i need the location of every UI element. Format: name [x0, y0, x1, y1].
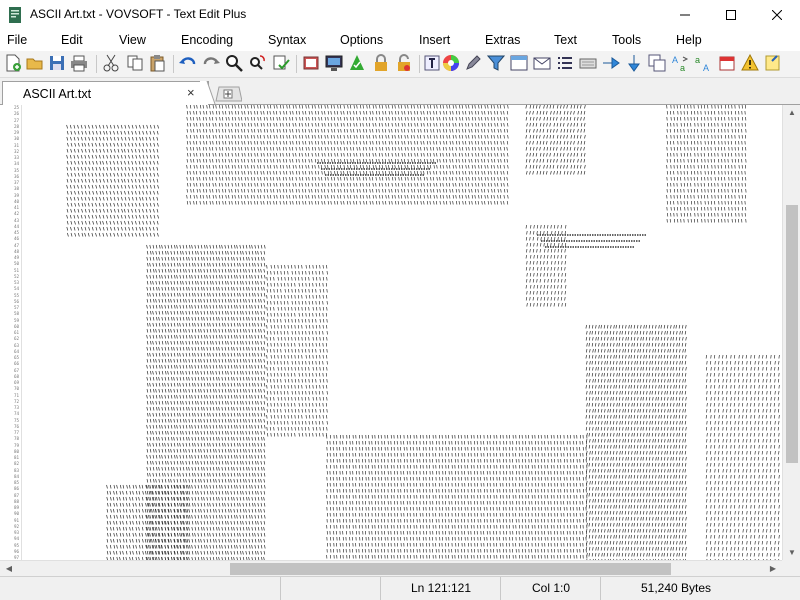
menu-help[interactable]: Help: [676, 33, 702, 47]
ascii-glyph-band: [146, 244, 266, 560]
toolbar-separator: [296, 55, 297, 73]
find-icon[interactable]: [225, 54, 243, 72]
print-icon[interactable]: [70, 54, 88, 72]
horizontal-scrollbar[interactable]: ◀ ▶: [0, 560, 782, 576]
scrollbar-corner: [782, 560, 800, 576]
note-icon[interactable]: [764, 54, 782, 72]
status-empty: [280, 577, 381, 600]
minimize-button[interactable]: [662, 0, 708, 30]
arrow-right-icon[interactable]: [602, 54, 620, 72]
checkmark-shield-icon[interactable]: [348, 54, 366, 72]
text-style-icon[interactable]: [423, 54, 441, 72]
toolbar-separator: [419, 55, 420, 73]
swap-icon[interactable]: Aa: [672, 54, 690, 72]
calendar-icon[interactable]: [718, 54, 736, 72]
menu-extras[interactable]: Extras: [485, 33, 520, 47]
svg-text:A: A: [703, 63, 709, 72]
menu-file[interactable]: File: [7, 33, 27, 47]
status-bar: Ln 121:121 Col 1:0 51,240 Bytes: [0, 576, 800, 600]
minimize-icon: [680, 14, 690, 16]
keyboard-icon[interactable]: [579, 54, 597, 72]
filter-icon[interactable]: [487, 54, 505, 72]
ascii-glyph-band: [326, 434, 588, 559]
tab-close-icon[interactable]: ×: [187, 85, 195, 100]
menu-insert[interactable]: Insert: [419, 33, 450, 47]
svg-text:A: A: [672, 55, 678, 65]
ascii-art-text[interactable]: [27, 105, 782, 560]
status-position: Ln 121:121: [380, 577, 501, 600]
ascii-glyph-band: [525, 105, 586, 175]
tab-strip: ASCII Art.txt ×: [0, 78, 800, 105]
title-bar: ASCII Art.txt - VOVSOFT - Text Edit Plus: [0, 0, 800, 31]
window-icon[interactable]: [510, 54, 528, 72]
ascii-glyph-band: [525, 224, 567, 307]
menu-encoding[interactable]: Encoding: [181, 33, 233, 47]
plus-icon: [215, 86, 243, 102]
menu-view[interactable]: View: [119, 33, 146, 47]
app-icon: [9, 7, 21, 23]
tab-label: ASCII Art.txt: [23, 87, 92, 101]
undo-icon[interactable]: [179, 54, 197, 72]
scroll-up-arrow-icon[interactable]: ▲: [783, 108, 800, 117]
scroll-right-arrow-icon[interactable]: ▶: [764, 564, 782, 573]
copy-icon[interactable]: [126, 54, 144, 72]
horizontal-scroll-thumb[interactable]: [230, 563, 671, 575]
toolbar-separator: [96, 55, 97, 73]
book-icon[interactable]: [302, 54, 320, 72]
convert-icon[interactable]: aA: [695, 54, 713, 72]
menu-tools[interactable]: Tools: [612, 33, 641, 47]
arrow-down-icon[interactable]: [625, 54, 643, 72]
ascii-glyph-band: [66, 124, 159, 237]
list-icon[interactable]: [556, 54, 574, 72]
menu-syntax[interactable]: Syntax: [268, 33, 306, 47]
new-tab-button[interactable]: [214, 86, 243, 102]
maximize-button[interactable]: [708, 0, 754, 30]
save-icon[interactable]: [48, 54, 66, 72]
scroll-left-arrow-icon[interactable]: ◀: [0, 564, 18, 573]
editor-area[interactable]: 25 26 27 28 29 30 31 32 33 34 35 36 37 38 39 40 41 42 43 44…: [0, 105, 782, 560]
pen-icon[interactable]: [464, 54, 482, 72]
toolbar-separator: [173, 55, 174, 73]
ascii-glyph-band: [666, 105, 747, 223]
svg-text:a: a: [695, 55, 700, 65]
tab-ascii-art[interactable]: ASCII Art.txt ×: [2, 81, 209, 105]
svg-text:a: a: [680, 63, 685, 72]
ascii-glyph-band: [585, 324, 687, 560]
paste-icon[interactable]: [148, 54, 166, 72]
maximize-icon: [726, 10, 736, 20]
ascii-glyph-band: [705, 354, 780, 560]
warning-icon[interactable]: [741, 54, 759, 72]
line-number-gutter: 25 26 27 28 29 30 31 32 33 34 35 36 37 38 39 40 41 42 43 44…: [0, 105, 22, 560]
vertical-scrollbar[interactable]: ▲ ▼: [782, 105, 800, 560]
menu-text[interactable]: Text: [554, 33, 577, 47]
open-folder-icon[interactable]: [26, 54, 44, 72]
ascii-glyph-band: [266, 264, 328, 437]
mail-icon[interactable]: [533, 54, 551, 72]
ascii-eye-detail: [537, 234, 647, 248]
close-button[interactable]: [754, 0, 800, 30]
close-icon: [772, 10, 782, 20]
status-file-size: 51,240 Bytes: [600, 577, 751, 600]
check-icon[interactable]: [272, 54, 290, 72]
status-column: Col 1:0: [500, 577, 601, 600]
new-file-icon[interactable]: [4, 54, 22, 72]
menu-options[interactable]: Options: [340, 33, 383, 47]
cut-icon[interactable]: [102, 54, 120, 72]
toolbar: Aa aA: [0, 51, 800, 78]
scroll-down-arrow-icon[interactable]: ▼: [783, 548, 800, 557]
color-wheel-icon[interactable]: [442, 54, 460, 72]
replace-icon[interactable]: [248, 54, 266, 72]
menu-bar: File Edit View Encoding Syntax Options I…: [0, 30, 800, 51]
vertical-scroll-thumb[interactable]: [786, 205, 798, 463]
windows-icon[interactable]: [648, 54, 666, 72]
monitor-icon[interactable]: [325, 54, 343, 72]
window-title: ASCII Art.txt - VOVSOFT - Text Edit Plus: [30, 7, 247, 21]
ascii-glyph-band: [186, 105, 509, 205]
menu-edit[interactable]: Edit: [61, 33, 83, 47]
lock-icon[interactable]: [372, 54, 390, 72]
lock-open-icon[interactable]: [395, 54, 413, 72]
redo-icon[interactable]: [202, 54, 220, 72]
